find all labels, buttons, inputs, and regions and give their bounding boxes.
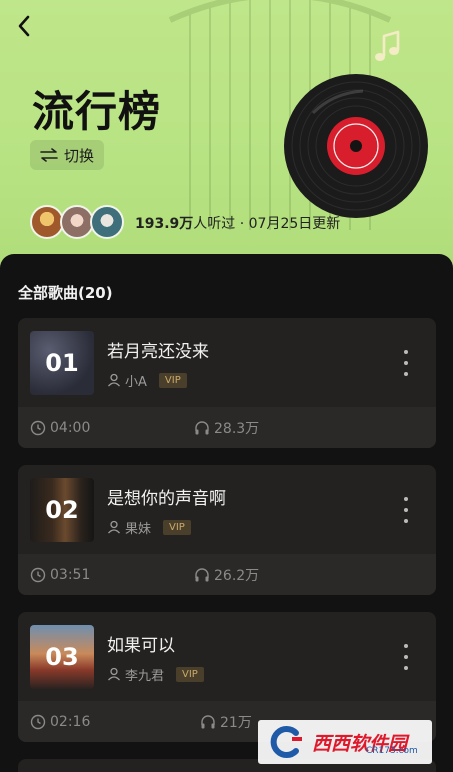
more-button[interactable] — [398, 644, 414, 670]
vip-badge: VIP — [163, 519, 191, 535]
chart-header: 流行榜 切换 193.9万人听过 · 07月25日更新 — [0, 0, 453, 290]
more-vertical-icon — [404, 350, 408, 354]
artist-name: 果妹 — [125, 521, 152, 537]
user-icon — [108, 373, 120, 387]
listener-avatars — [30, 205, 130, 239]
user-icon — [108, 667, 120, 681]
song-card[interactable]: 02 是想你的声音啊 果妹 VIP 03:51 26.2万 — [18, 465, 436, 595]
more-vertical-icon — [404, 644, 408, 648]
artist-name: 小A — [125, 374, 147, 390]
list-title: 全部歌曲(20) — [18, 284, 113, 302]
song-list-panel: 全部歌曲(20) 01 若月亮还没来 小A VIP 04:00 28.3万 02… — [0, 254, 453, 772]
play-count: 21万 — [200, 701, 252, 742]
song-cover: 02 — [30, 478, 94, 542]
song-card[interactable]: 01 若月亮还没来 小A VIP 04:00 28.3万 — [18, 318, 436, 448]
artist-name: 李九君 — [125, 668, 165, 684]
song-title: 若月亮还没来 — [107, 342, 209, 362]
song-card-meta: 04:00 28.3万 — [18, 407, 436, 448]
play-count: 28.3万 — [194, 407, 259, 448]
play-count: 26.2万 — [194, 554, 259, 595]
avatar — [60, 205, 94, 239]
play-count-text: 21万 — [220, 714, 252, 731]
duration-text: 03:51 — [50, 566, 91, 583]
more-button[interactable] — [398, 497, 414, 523]
duration: 02:16 — [30, 701, 90, 742]
switch-arrows-icon — [40, 148, 58, 162]
switch-button[interactable]: 切换 — [30, 140, 105, 170]
song-cover: 03 — [30, 625, 94, 689]
song-card-main: 02 是想你的声音啊 果妹 VIP — [18, 465, 436, 554]
vip-badge: VIP — [158, 372, 187, 388]
play-count-text: 26.2万 — [214, 567, 260, 584]
duration-text: 02:16 — [50, 713, 91, 730]
song-card-main: 01 若月亮还没来 小A VIP — [18, 318, 436, 407]
switch-label: 切换 — [64, 146, 95, 165]
headphones-icon — [201, 714, 215, 728]
watermark-logo: 西西软件园 CR173.com — [258, 720, 432, 764]
clock-icon — [30, 420, 46, 435]
vinyl-record-icon — [284, 74, 428, 218]
play-count-text: 28.3万 — [214, 420, 260, 437]
listen-count: 193.9万 — [135, 216, 194, 232]
song-title: 如果可以 — [107, 636, 175, 656]
music-note-icon — [375, 30, 400, 61]
avatar — [90, 205, 124, 239]
clock-icon — [30, 567, 46, 582]
more-button[interactable] — [398, 350, 414, 376]
page-title: 流行榜 — [32, 87, 162, 136]
song-rank: 01 — [45, 349, 79, 377]
vip-badge: VIP — [176, 666, 204, 682]
more-vertical-icon — [404, 497, 408, 501]
clock-icon — [30, 714, 46, 729]
song-card-main: 03 如果可以 李九君 VIP — [18, 612, 436, 701]
listen-suffix: 人听过 · 07月25日更新 — [193, 216, 341, 232]
song-title: 是想你的声音啊 — [107, 489, 226, 509]
song-rank: 02 — [45, 496, 79, 524]
watermark-c-icon — [270, 726, 302, 758]
duration: 04:00 — [30, 407, 90, 448]
avatar — [30, 205, 64, 239]
song-cover: 01 — [30, 331, 94, 395]
listen-info: 193.9万人听过 · 07月25日更新 — [135, 213, 340, 233]
artist-row: 小A VIP — [107, 371, 187, 390]
back-icon — [18, 15, 30, 37]
back-button[interactable] — [10, 12, 38, 40]
duration: 03:51 — [30, 554, 90, 595]
duration-text: 04:00 — [50, 419, 91, 436]
watermark-sub: CR173.com — [366, 746, 418, 756]
user-icon — [108, 520, 120, 534]
artist-row: 李九君 VIP — [107, 665, 204, 684]
headphones-icon — [195, 567, 209, 581]
song-card-meta: 03:51 26.2万 — [18, 554, 436, 595]
artist-row: 果妹 VIP — [107, 518, 191, 537]
headphones-icon — [195, 420, 209, 434]
song-rank: 03 — [45, 643, 79, 671]
